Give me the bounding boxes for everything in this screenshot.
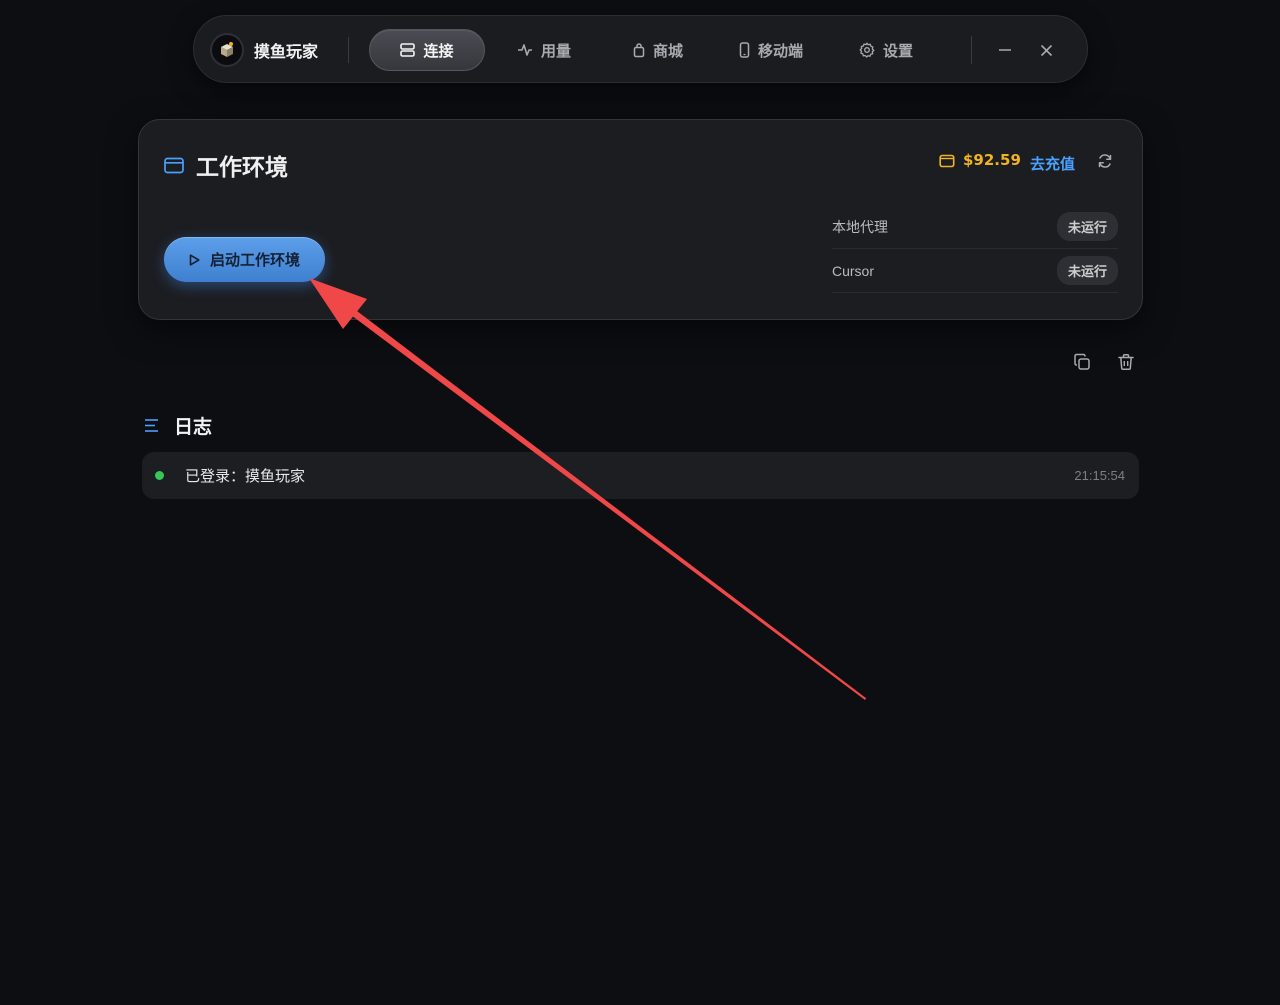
window-controls-divider (971, 36, 972, 64)
log-timestamp: 21:15:54 (1074, 468, 1125, 483)
status-dot (155, 471, 164, 480)
log-entry: 已登录：摸鱼玩家 21:15:54 (142, 452, 1139, 499)
app-window: 摸鱼玩家 连接 用量 商城 移动端 设置 工作环境 $92.59 去充值 启动工… (0, 0, 1280, 1005)
balance-display: $92.59 (939, 151, 1021, 169)
copy-icon (1074, 353, 1090, 370)
smartphone-icon (739, 42, 750, 58)
log-header: 日志 (144, 412, 212, 439)
nav-divider (348, 37, 349, 63)
status-label: Cursor (832, 262, 875, 279)
nav-tab-mobile[interactable]: 移动端 (739, 29, 803, 71)
browser-window-icon (164, 157, 184, 173)
nav-tab-label: 移动端 (758, 41, 804, 60)
nav-tab-shop[interactable]: 商城 (633, 29, 683, 71)
workspace-header: 工作环境 (164, 148, 288, 182)
nav-tab-settings[interactable]: 设置 (859, 29, 913, 71)
log-message: 已登录：摸鱼玩家 (185, 467, 306, 485)
nav-tab-label: 商城 (653, 41, 684, 60)
wallet-icon (939, 154, 955, 167)
logo-icon (221, 42, 233, 57)
log-title: 日志 (174, 416, 213, 438)
top-navigation-bar: 摸鱼玩家 连接 用量 商城 移动端 设置 (193, 15, 1088, 83)
status-row-cursor: Cursor 未运行 (832, 249, 1118, 293)
avatar (210, 33, 244, 67)
brand[interactable]: 摸鱼玩家 (210, 33, 318, 67)
activity-icon (518, 44, 532, 56)
list-icon (145, 419, 158, 432)
status-row-local-proxy: 本地代理 未运行 (832, 205, 1118, 249)
nav-tab-connect[interactable]: 连接 (369, 29, 485, 71)
close-button[interactable] (1036, 40, 1056, 60)
clear-log-button[interactable] (1117, 353, 1137, 373)
recharge-link[interactable]: 去充值 (1030, 153, 1075, 174)
status-label: 本地代理 (832, 218, 888, 235)
balance-amount: $92.59 (963, 151, 1021, 169)
workspace-card: 工作环境 $92.59 去充值 启动工作环境 本地代理 未运行 Cursor 未… (138, 119, 1143, 320)
trash-icon (1118, 354, 1134, 370)
refresh-button[interactable] (1097, 153, 1113, 173)
minimize-icon (999, 49, 1011, 51)
brand-name: 摸鱼玩家 (254, 42, 319, 61)
workspace-title: 工作环境 (196, 155, 288, 181)
nav-tab-label: 用量 (541, 41, 572, 60)
shopping-bag-icon (633, 42, 645, 57)
gear-icon (859, 42, 875, 58)
status-badge: 未运行 (1056, 212, 1118, 241)
close-icon (1040, 44, 1052, 56)
nav-tab-usage[interactable]: 用量 (517, 29, 571, 71)
nav-tab-label: 连接 (423, 41, 454, 60)
refresh-icon (1098, 154, 1112, 168)
minimize-button[interactable] (995, 40, 1015, 60)
nav-tab-label: 设置 (883, 41, 914, 60)
status-badge: 未运行 (1056, 256, 1118, 285)
server-icon (400, 43, 416, 57)
play-icon (189, 253, 200, 266)
start-workspace-button[interactable]: 启动工作环境 (164, 237, 325, 282)
start-workspace-label: 启动工作环境 (209, 251, 300, 269)
copy-log-button[interactable] (1073, 353, 1093, 373)
